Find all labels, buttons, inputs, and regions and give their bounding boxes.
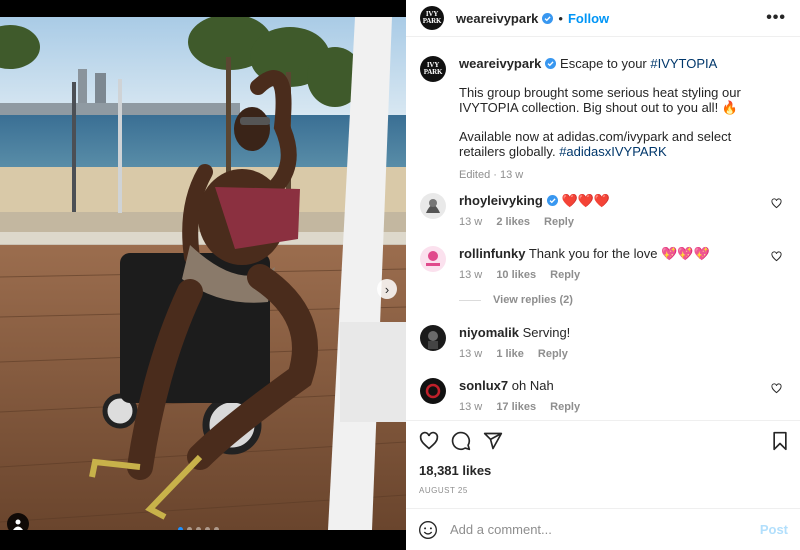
comment-text: Thank you for the love 💖💖💖 [528,246,710,261]
comment-icon[interactable] [451,431,471,451]
commenter-avatar[interactable] [420,246,446,272]
emoji-icon[interactable] [418,520,438,540]
post-actions: 18,381 likes AUGUST 25 [406,420,800,508]
verified-badge-icon [546,195,558,206]
reply-button[interactable]: Reply [550,401,580,413]
comment-time[interactable]: 13 w [459,216,482,228]
hashtag-link[interactable]: #adidasxIVYPARK [559,144,666,159]
comment-item: niyomalik Serving! 13 w 1 like Reply [420,325,786,362]
comment-likes[interactable]: 1 like [496,348,524,360]
separator-dot: • [558,10,563,26]
tagged-users-button[interactable] [7,513,29,530]
comment-meta: 13 w 17 likes Reply [459,399,786,415]
comment-meta: 13 w 2 likes Reply [459,214,786,230]
more-options-icon[interactable]: ••• [766,9,786,27]
slide-dot [214,527,219,530]
tag-user-icon [13,519,23,530]
comment-likes[interactable]: 17 likes [496,401,536,413]
comment-username[interactable]: rollinfunky [459,246,525,261]
comment-item: sonlux7 oh Nah 13 w 17 likes Reply [420,378,786,415]
comment-input[interactable] [450,522,760,537]
commenter-avatar[interactable] [420,325,446,351]
verified-badge-icon [545,58,557,69]
account-avatar[interactable]: IVY PARK [420,6,444,30]
view-replies-button[interactable]: View replies (2) [459,294,573,306]
caption-paragraph: Available now at adidas.com/ivypark and … [459,129,780,160]
heart-icon[interactable] [771,198,782,209]
post-caption: IVY PARK weareivypark Escape to your #IV… [420,56,780,183]
slide-dot [187,527,192,530]
verified-badge-icon [542,12,554,24]
comment-time[interactable]: 13 w [459,401,482,413]
like-heart-icon[interactable] [419,431,439,451]
edited-label: Edited [459,168,491,181]
heart-icon[interactable] [771,383,782,394]
account-username[interactable]: weareivypark [456,11,538,26]
caption-paragraph: This group brought some serious heat sty… [459,84,741,116]
slide-dot [178,527,183,530]
next-slide-button[interactable]: › [377,279,397,299]
comment-username[interactable]: sonlux7 [459,378,508,393]
caption-text: Escape to your [560,56,651,71]
comment-likes[interactable]: 2 likes [496,216,530,228]
avatar-text-bottom: PARK [423,68,443,76]
commenter-avatar[interactable] [420,378,446,404]
slide-dot [205,527,210,530]
post-date[interactable]: AUGUST 25 [419,486,468,495]
add-comment-bar: Post [406,508,800,550]
post-details-panel: IVY PARK weareivypark • Follow ••• IVY P… [406,0,800,550]
reply-button[interactable]: Reply [544,216,574,228]
comment-username[interactable]: rhoyleivyking [459,193,543,208]
chevron-right-icon: › [384,281,390,297]
post-comment-button[interactable]: Post [760,522,788,537]
avatar-text-bottom: PARK [422,17,442,25]
comment-item: rhoyleivyking ❤️❤️❤️ 13 w 2 likes Reply [420,193,786,230]
comment-text: ❤️❤️❤️ [561,193,610,208]
reply-button[interactable]: Reply [538,348,568,360]
reply-button[interactable]: Reply [550,269,580,281]
comment-text: Serving! [522,325,571,340]
comment-meta: 13 w 1 like Reply [459,346,786,362]
comments-section[interactable]: IVY PARK weareivypark Escape to your #IV… [406,38,800,420]
view-replies-label: View replies (2) [493,294,573,306]
caption-meta: Edited · 13 w [459,168,524,181]
comment-text: oh Nah [511,378,554,393]
share-icon[interactable] [483,431,503,451]
caption-avatar[interactable]: IVY PARK [420,56,446,82]
follow-button[interactable]: Follow [568,11,609,26]
comment-likes[interactable]: 10 likes [496,269,536,281]
post-media[interactable]: › [0,17,406,530]
post-header: IVY PARK weareivypark • Follow ••• [406,0,800,37]
post-photo [0,17,406,530]
likes-count[interactable]: 18,381 likes [419,463,491,478]
caption-time[interactable]: 13 w [500,169,523,181]
bookmark-icon[interactable] [770,431,790,451]
heart-icon[interactable] [771,251,782,262]
comment-time[interactable]: 13 w [459,348,482,360]
replies-divider [459,299,481,301]
post-modal: › IVY PARK weareivypark • Follow ••• IVY… [0,0,800,550]
comment-item: rollinfunky Thank you for the love 💖💖💖 1… [420,246,786,283]
comment-meta: 13 w 10 likes Reply [459,267,786,283]
slide-indicator [178,527,219,530]
hashtag-link[interactable]: #IVYTOPIA [650,56,717,71]
comment-username[interactable]: niyomalik [459,325,519,340]
commenter-avatar[interactable] [420,193,446,219]
slide-dot [196,527,201,530]
caption-username[interactable]: weareivypark [459,56,541,71]
comment-time[interactable]: 13 w [459,269,482,281]
